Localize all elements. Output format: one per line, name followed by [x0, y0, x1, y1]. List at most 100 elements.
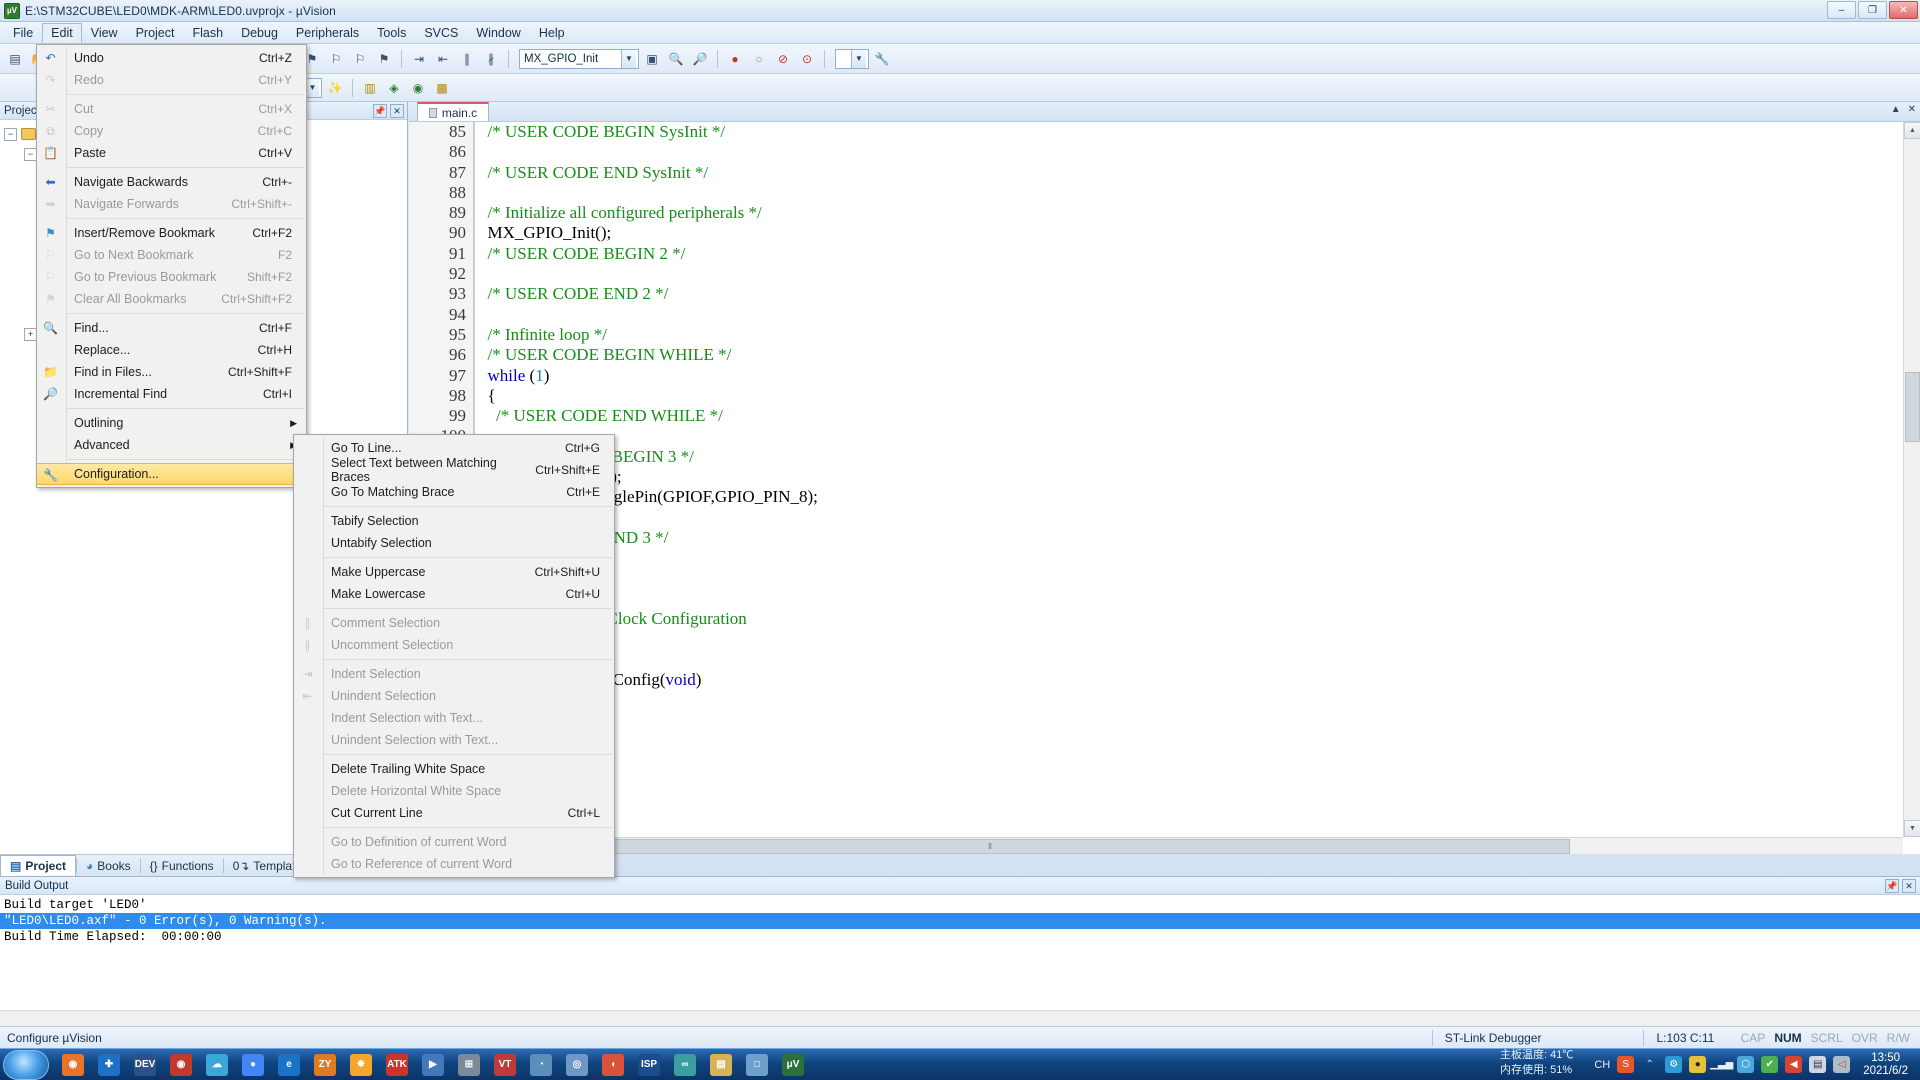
atk-xcom-icon[interactable]: ATK [380, 1050, 414, 1080]
menu-item-incremental-find[interactable]: 🔎Incremental FindCtrl+I [37, 383, 306, 405]
minimize-button[interactable]: – [1827, 1, 1856, 19]
code-line[interactable]: MX_GPIO_Init(); [479, 223, 1903, 243]
editor-tab-strip[interactable]: main.c ▲ ✕ [409, 102, 1920, 122]
vt-icon[interactable]: VT [488, 1050, 522, 1080]
menu-flash[interactable]: Flash [183, 23, 232, 43]
menu-file[interactable]: File [4, 23, 42, 43]
code-line[interactable] [479, 569, 1903, 589]
satellite-icon[interactable]: ◔ [524, 1050, 558, 1080]
menu-item-make-lowercase[interactable]: Make LowercaseCtrl+U [294, 583, 614, 605]
menu-svcs[interactable]: SVCS [415, 23, 467, 43]
code-lines[interactable]: /* USER CODE BEGIN SysInit */ /* USER CO… [479, 122, 1903, 690]
editor-horizontal-scrollbar[interactable]: ⦀ [409, 837, 1903, 854]
menu-edit[interactable]: Edit [42, 23, 82, 43]
code-line[interactable]: /* USER CODE BEGIN 2 */ [479, 244, 1903, 264]
code-line[interactable]: { [479, 386, 1903, 406]
menu-item-select-text-between-matching-braces[interactable]: Select Text between Matching BracesCtrl+… [294, 459, 614, 481]
signal-icon[interactable]: ▁▃▅ [1713, 1056, 1730, 1073]
disc-icon[interactable]: ◎ [560, 1050, 594, 1080]
taskbar-items[interactable]: ◉✚DEV◉☁●eZY✸ATK▶⊞VT◔◎◖ISP∞▤□μV [55, 1050, 811, 1080]
find-icon[interactable]: 🔎 [689, 48, 711, 70]
keil-icon[interactable]: μV [776, 1050, 810, 1080]
function-combo[interactable]: MX_GPIO_Init ▼ [519, 49, 639, 69]
code-line[interactable]: /* USER CODE END SysInit */ [479, 163, 1903, 183]
window-controls[interactable]: – ❐ ✕ [1827, 1, 1918, 19]
indent-icon[interactable]: ⇥ [408, 48, 430, 70]
menu-item-find-in-files[interactable]: 📁Find in Files...Ctrl+Shift+F [37, 361, 306, 383]
prev-bookmark-icon[interactable]: ⚐ [349, 48, 371, 70]
menu-debug[interactable]: Debug [232, 23, 287, 43]
code-line[interactable]: } [479, 548, 1903, 568]
build-target-icon[interactable]: ▣ [641, 48, 663, 70]
advanced-submenu[interactable]: Go To Line...Ctrl+GSelect Text between M… [293, 434, 615, 878]
new-file-icon[interactable]: ▤ [4, 48, 26, 70]
tab-project[interactable]: ▤ Project [0, 855, 76, 876]
code-line[interactable]: */ [479, 650, 1903, 670]
scroll-down-icon[interactable]: ▼ [1904, 820, 1920, 837]
project-pane-controls[interactable]: 📌 ✕ [373, 104, 407, 118]
cloud-icon[interactable]: ☁ [200, 1050, 234, 1080]
build-output-scrollbar[interactable] [0, 1010, 1920, 1026]
dev-icon[interactable]: DEV [128, 1050, 162, 1080]
clear-bookmarks-icon[interactable]: ⚑ [373, 48, 395, 70]
settings-icon[interactable]: ⚙ [1665, 1056, 1682, 1073]
windows-start-icon[interactable] [3, 1050, 49, 1080]
fox-icon[interactable]: ◖ [596, 1050, 630, 1080]
menu-tools[interactable]: Tools [368, 23, 415, 43]
menu-item-delete-trailing-white-space[interactable]: Delete Trailing White Space [294, 758, 614, 780]
build-output-line-highlighted[interactable]: "LED0\LED0.axf" - 0 Error(s), 0 Warning(… [0, 913, 1920, 929]
code-line[interactable]: /* USER CODE BEGIN WHILE */ [479, 345, 1903, 365]
calculator-icon[interactable]: ⊞ [452, 1050, 486, 1080]
editor-tab-main-c[interactable]: main.c [417, 102, 489, 121]
code-line[interactable]: /* USER CODE END 2 */ [479, 284, 1903, 304]
code-line[interactable]: /* USER CODE END 3 */ [479, 528, 1903, 548]
menu-view[interactable]: View [82, 23, 127, 43]
volume-icon[interactable]: ◀ [1785, 1056, 1802, 1073]
debug-window-combo[interactable]: ▼ [835, 49, 869, 69]
chevron-down-icon-3[interactable]: ▼ [305, 79, 319, 97]
menu-item-go-to-matching-brace[interactable]: Go To Matching BraceCtrl+E [294, 481, 614, 503]
zy-icon[interactable]: ZY [308, 1050, 342, 1080]
record-icon[interactable]: ◉ [164, 1050, 198, 1080]
clipboard-icon[interactable]: ▤ [1809, 1056, 1826, 1073]
code-line[interactable]: /** [479, 589, 1903, 609]
explorer-icon[interactable]: ▤ [704, 1050, 738, 1080]
menu-item-replace[interactable]: Replace...Ctrl+H [37, 339, 306, 361]
menu-item-outlining[interactable]: Outlining▶ [37, 412, 306, 434]
build-output-body[interactable]: Build target 'LED0' "LED0\LED0.axf" - 0 … [0, 895, 1920, 1010]
chevron-down-icon[interactable]: ▼ [621, 50, 636, 68]
configure-icon[interactable]: 🔧 [871, 48, 893, 70]
menu-item-paste[interactable]: 📋PasteCtrl+V [37, 142, 306, 164]
maximize-button[interactable]: ❐ [1858, 1, 1887, 19]
tab-functions[interactable]: {} Functions [141, 855, 223, 876]
code-line[interactable]: /* Initialize all configured peripherals… [479, 203, 1903, 223]
menu-help[interactable]: Help [530, 23, 574, 43]
menu-item-tabify-selection[interactable]: Tabify Selection [294, 510, 614, 532]
menu-peripherals[interactable]: Peripherals [287, 23, 368, 43]
code-line[interactable]: /* USER CODE BEGIN 3 */ [479, 447, 1903, 467]
taskbar-clock[interactable]: 13:50 2021/6/2 [1857, 1052, 1914, 1078]
menu-item-configuration[interactable]: 🔧Configuration... [37, 463, 306, 485]
menu-window[interactable]: Window [467, 23, 529, 43]
chevron-down-icon-2[interactable]: ▼ [851, 50, 866, 68]
code-line[interactable]: HAL_Delay(300); [479, 467, 1903, 487]
menu-item-navigate-backwards[interactable]: ⬅Navigate BackwardsCtrl+- [37, 171, 306, 193]
code-line[interactable]: HAL_GPIO_TogglePin(GPIOF,GPIO_PIN_8); [479, 487, 1903, 507]
flower-icon[interactable]: ✸ [344, 1050, 378, 1080]
ie-icon[interactable]: e [272, 1050, 306, 1080]
menu-item-cut-current-line[interactable]: Cut Current LineCtrl+L [294, 802, 614, 824]
menu-project[interactable]: Project [127, 23, 184, 43]
breakpoint-icon[interactable]: ● [724, 48, 746, 70]
firefox-icon[interactable]: ◉ [56, 1050, 90, 1080]
find-in-files-icon[interactable]: 🔍 [665, 48, 687, 70]
tab-close-icon[interactable]: ✕ [1908, 104, 1916, 115]
comment-icon[interactable]: ∥ [456, 48, 478, 70]
menu-item-make-uppercase[interactable]: Make UppercaseCtrl+Shift+U [294, 561, 614, 583]
clear-breakpoints-icon[interactable]: ⊘ [772, 48, 794, 70]
close-icon-2[interactable]: ✕ [1902, 879, 1916, 893]
menu-item-untabify-selection[interactable]: Untabify Selection [294, 532, 614, 554]
chrome-icon[interactable]: ● [236, 1050, 270, 1080]
code-line[interactable]: * @retval None [479, 629, 1903, 649]
qq-icon[interactable]: ● [1689, 1056, 1706, 1073]
code-line[interactable] [479, 305, 1903, 325]
